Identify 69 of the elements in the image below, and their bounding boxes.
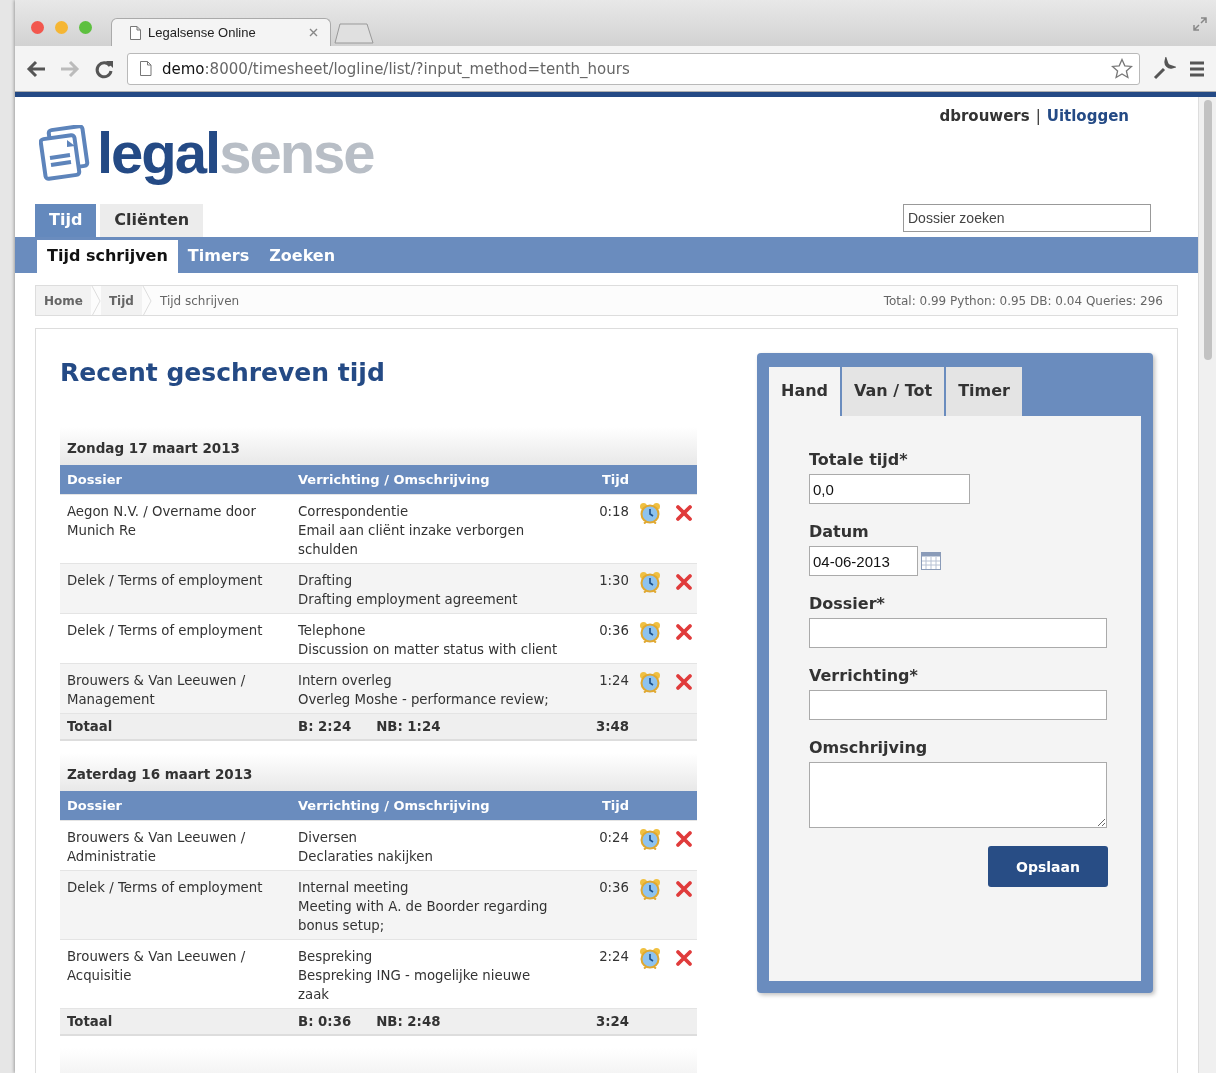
form-tab[interactable]: Timer — [946, 367, 1022, 416]
activity-cell-text: Drafting — [298, 572, 354, 590]
browser-tab[interactable]: Legalsense Online — [111, 18, 331, 46]
column-header: Tijd — [600, 798, 629, 813]
total-time: 3:24 — [594, 1013, 629, 1031]
save-button[interactable]: Opslaan — [988, 846, 1108, 887]
non-billable-total: NB: 2:48 — [376, 1013, 441, 1031]
day-title: Zondag 17 maart 2013 — [67, 440, 240, 456]
field-label: Omschrijving — [809, 738, 928, 757]
description-cell-text: Declaraties nakijken — [298, 848, 434, 866]
username: dbrouwers — [939, 107, 1030, 125]
time-cell-text: 0:36 — [598, 622, 629, 640]
activity-cell-text: Intern overleg — [298, 672, 393, 690]
column-header: Dossier — [67, 798, 123, 813]
form-tab[interactable]: Van / Tot — [842, 367, 945, 416]
dossier-cell-text: Brouwers & Van Leeuwen / Administratie — [67, 829, 247, 866]
time-cell-text: 1:30 — [598, 572, 629, 590]
dossier-cell-text: Delek / Terms of employment — [67, 879, 264, 897]
input-field[interactable]: 0,0 — [809, 474, 970, 504]
sub-tab[interactable]: Tijd schrijven — [37, 240, 178, 273]
activity-cell-text: Telephone — [298, 622, 367, 640]
description-cell-text: Meeting with A. de Boorder regarding bonus setup; — [298, 898, 549, 935]
time-cell-text: 0:24 — [598, 829, 629, 847]
time-cell-text: 0:18 — [598, 503, 629, 521]
activity-cell-text: Correspondentie — [298, 503, 410, 521]
address-bar[interactable]: demo:8000/timesheet/logline/list/?input_method=tenth_hours — [127, 52, 1140, 85]
time-cell-text: 1:24 — [598, 672, 629, 690]
form-tab[interactable]: Hand — [769, 367, 841, 416]
billable-total: B: 0:36 — [298, 1013, 352, 1031]
separator: | — [1035, 107, 1041, 125]
breadcrumb-link[interactable]: Tijd — [100, 286, 142, 315]
total-label: Totaal — [67, 1013, 114, 1031]
activity-cell-text: Bespreking — [298, 948, 374, 966]
field-label: Verrichting* — [809, 666, 918, 685]
field-label: Dossier* — [809, 594, 885, 613]
debug-stats: Total: 0.99 Python: 0.95 DB: 0.04 Queries: 296 — [883, 293, 1164, 308]
field-label: Totale tijd* — [809, 450, 908, 469]
description-cell-text: Overleg Moshe - performance review; — [298, 691, 550, 709]
time-cell-text: 0:36 — [598, 879, 629, 897]
description-cell-text: Discussion on matter status with client — [298, 641, 559, 659]
description-cell-text: Bespreking ING - mogelijke nieuwe zaak — [298, 967, 532, 1004]
column-header: Verrichting / Omschrijving — [298, 472, 491, 487]
total-label: Totaal — [67, 718, 114, 736]
column-header: Verrichting / Omschrijving — [298, 798, 491, 813]
column-header: Tijd — [600, 472, 629, 487]
activity-cell-text: Internal meeting — [298, 879, 410, 897]
time-cell-text: 2:24 — [598, 948, 629, 966]
date-field[interactable]: 04-06-2013 — [809, 546, 918, 576]
breadcrumb-current: Tijd schrijven — [158, 293, 241, 308]
dossier-cell-text: Delek / Terms of employment — [67, 622, 264, 640]
main-tab[interactable]: Tijd — [35, 204, 97, 237]
total-time: 3:48 — [594, 718, 629, 736]
description-cell-text: Drafting employment agreement — [298, 591, 519, 609]
dossier-cell-text: Aegon N.V. / Overname door Munich Re — [67, 503, 257, 540]
non-billable-total: NB: 1:24 — [376, 718, 441, 736]
breadcrumb-link[interactable]: Home — [36, 286, 91, 315]
main-tab[interactable]: Cliënten — [100, 204, 204, 237]
field-label: Datum — [809, 522, 869, 541]
column-header: Dossier — [67, 472, 123, 487]
logout-link[interactable]: Uitloggen — [1046, 107, 1129, 125]
activity-cell-text: Diversen — [298, 829, 358, 847]
day-title: Zaterdag 16 maart 2013 — [67, 766, 253, 782]
description-cell-text: Email aan cliënt inzake verborgen schulden — [298, 522, 526, 559]
billable-total: B: 2:24 — [298, 718, 352, 736]
dossier-cell-text: Delek / Terms of employment — [67, 572, 264, 590]
dossier-cell-text: Brouwers & Van Leeuwen / Acquisitie — [67, 948, 247, 985]
dossier-cell-text: Brouwers & Van Leeuwen / Management — [67, 672, 247, 709]
page-heading: Recent geschreven tijd — [60, 358, 386, 387]
search-field[interactable]: Dossier zoeken — [903, 204, 1151, 232]
